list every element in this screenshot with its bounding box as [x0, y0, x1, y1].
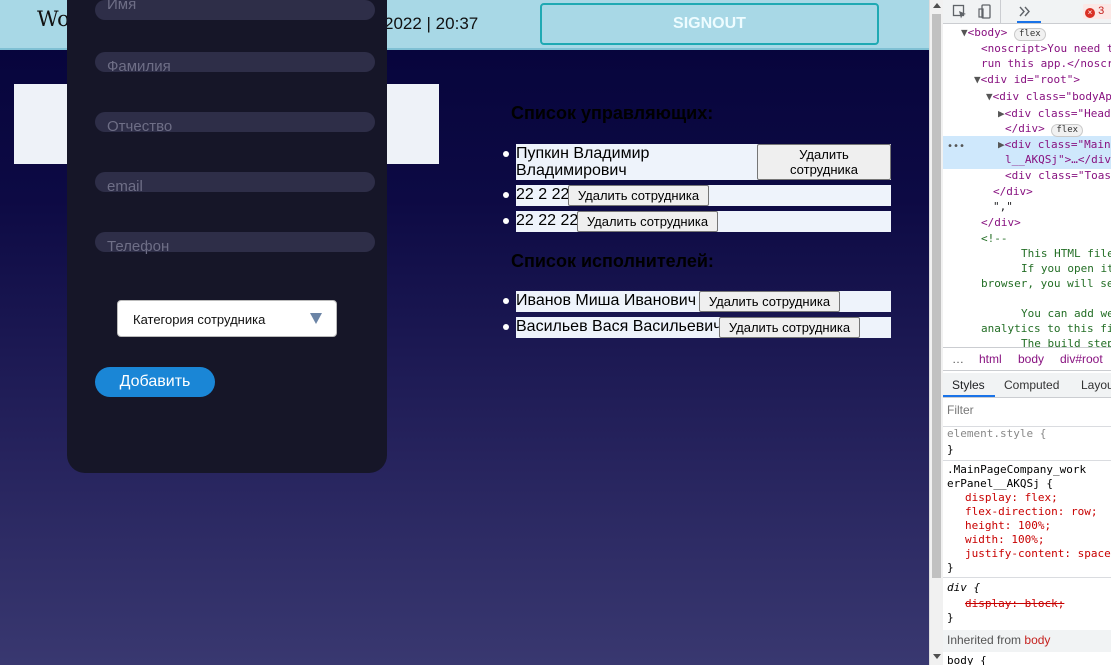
- first-name-field[interactable]: Имя: [95, 0, 375, 20]
- bullet: [503, 324, 509, 330]
- tab-layout[interactable]: Layou: [1081, 378, 1111, 392]
- inherited-source-link[interactable]: body: [1024, 633, 1050, 647]
- email-field[interactable]: email: [95, 172, 375, 195]
- dom-node[interactable]: </div>: [993, 184, 1033, 199]
- inspect-element-icon[interactable]: [952, 4, 967, 19]
- active-tab-indicator: [1017, 21, 1041, 23]
- error-icon: ×: [1085, 8, 1095, 18]
- css-line: element.style {: [947, 427, 1047, 440]
- delete-employee-button[interactable]: Удалить сотрудника: [568, 185, 709, 206]
- page-scrollbar[interactable]: [929, 0, 943, 665]
- dom-node[interactable]: ▼<div class="bodyAp: [986, 89, 1111, 104]
- divider: [943, 460, 1111, 461]
- css-line: div {: [947, 581, 981, 594]
- scroll-up-icon[interactable]: [933, 3, 941, 8]
- tab-computed[interactable]: Computed: [1004, 378, 1059, 392]
- error-count: 3: [1098, 5, 1105, 17]
- css-line[interactable]: height: 100%;: [965, 519, 1051, 533]
- error-count-badge[interactable]: × 3: [1083, 4, 1111, 19]
- scroll-thumb[interactable]: [932, 14, 941, 578]
- employee-name: Васильев Вася Васильевич: [516, 318, 722, 335]
- app-viewport: Wo 2022 | 20:37 SIGNOUT Список управляющ…: [0, 0, 929, 665]
- employee-category-select[interactable]: Категория сотрудника: [117, 300, 337, 337]
- css-line[interactable]: display: flex;: [965, 491, 1058, 505]
- delete-employee-button[interactable]: Удалить сотрудника: [719, 317, 860, 338]
- css-line: erPanel__AKQSj {: [947, 477, 1053, 490]
- select-value: Категория сотрудника: [133, 312, 266, 327]
- dom-node[interactable]: This HTML file: [1021, 246, 1111, 261]
- breadcrumb-html[interactable]: html: [979, 352, 1002, 366]
- device-toolbar-icon[interactable]: [978, 4, 993, 19]
- dom-node[interactable]: ▼<div id="root">: [974, 72, 1080, 87]
- inherited-from-header: Inherited from body: [943, 630, 1111, 652]
- dom-node[interactable]: browser, you will se: [981, 276, 1111, 291]
- dom-node[interactable]: You can add we: [1021, 306, 1111, 321]
- dom-node[interactable]: analytics to this fi: [981, 321, 1111, 336]
- list-item: Пупкин Владимир Владимирович Удалить сот…: [503, 144, 891, 180]
- css-line: display: block;: [965, 597, 1065, 610]
- ellipsis-icon[interactable]: •••: [947, 141, 965, 152]
- breadcrumb-more[interactable]: …: [952, 352, 964, 366]
- employee-name: Пупкин Владимир Владимирович: [516, 145, 650, 179]
- dom-breadcrumbs: … html body div#root: [943, 347, 1111, 371]
- bullet: [503, 151, 509, 157]
- delete-employee-button[interactable]: Удалить сотрудника: [699, 291, 840, 312]
- dom-node[interactable]: If you open it: [1021, 261, 1111, 276]
- dom-node[interactable]: run this app.</noscr: [981, 56, 1111, 71]
- managers-list-title: Список управляющих:: [511, 103, 714, 123]
- css-line: }: [947, 561, 954, 574]
- signout-button[interactable]: SIGNOUT: [540, 3, 879, 45]
- delete-employee-button[interactable]: Удалить сотрудника: [757, 144, 891, 180]
- dom-node[interactable]: <noscript>You need t: [981, 41, 1111, 56]
- css-line: }: [947, 611, 954, 624]
- employee-name: Иванов Миша Иванович: [516, 292, 697, 309]
- css-line: body {: [947, 654, 987, 665]
- executors-list-title: Список исполнителей:: [511, 251, 714, 271]
- more-tabs-icon[interactable]: [1017, 4, 1032, 19]
- breadcrumb-body[interactable]: body: [1018, 352, 1044, 366]
- app-logo: Wo: [37, 7, 70, 31]
- bullet: [503, 192, 509, 198]
- bullet: [503, 218, 509, 224]
- list-item: Иванов Миша Иванович Удалить сотрудника: [503, 291, 891, 312]
- dom-node[interactable]: ▼<body> flex: [961, 25, 1046, 41]
- toolbar-divider: [1000, 0, 1001, 24]
- add-employee-form: Имя Фамилия Отчество email Телефон Катег…: [67, 0, 387, 473]
- employee-name: 22 22 22: [516, 212, 579, 229]
- phone-field[interactable]: Телефон: [95, 232, 375, 255]
- bullet: [503, 298, 509, 304]
- dom-node[interactable]: <div class="Toas: [1005, 168, 1111, 183]
- css-line[interactable]: width: 100%;: [965, 533, 1044, 547]
- dom-node[interactable]: l__AKQSj">…</div: [1005, 152, 1111, 167]
- last-name-field[interactable]: Фамилия: [95, 52, 375, 75]
- divider: [943, 577, 1111, 578]
- employee-name: 22 2 22: [516, 186, 570, 203]
- dom-node[interactable]: <!--: [981, 231, 1008, 246]
- dom-node[interactable]: ▶<div class="Head: [998, 106, 1111, 121]
- patronymic-field[interactable]: Отчество: [95, 112, 375, 135]
- active-tab-indicator: [943, 395, 995, 397]
- css-line: .MainPageCompany_work: [947, 463, 1087, 476]
- dom-node[interactable]: ",": [993, 199, 1013, 214]
- devtools-toolbar: × 3: [943, 0, 1111, 24]
- dropdown-arrow-icon: [310, 313, 322, 324]
- date-time-display: 2022 | 20:37: [384, 14, 479, 33]
- styles-tabs: Styles Computed Layou: [943, 373, 1111, 398]
- css-line: }: [947, 443, 954, 456]
- dom-node[interactable]: ▶<div class="Main: [998, 137, 1111, 152]
- dom-node[interactable]: </div> flex: [1005, 121, 1084, 137]
- scroll-down-icon[interactable]: [933, 654, 941, 659]
- breadcrumb-root[interactable]: div#root: [1060, 352, 1103, 366]
- tab-styles[interactable]: Styles: [952, 378, 985, 392]
- styles-filter-input[interactable]: Filter: [947, 403, 1097, 423]
- list-item: 22 2 22 Удалить сотрудника: [503, 185, 891, 206]
- delete-employee-button[interactable]: Удалить сотрудника: [577, 211, 718, 232]
- devtools-panel: × 3 ••• ▼<body> flex <noscript>You need …: [943, 0, 1111, 665]
- css-line[interactable]: justify-content: space: [965, 547, 1111, 561]
- list-item: 22 22 22 Удалить сотрудника: [503, 211, 891, 232]
- add-employee-button[interactable]: Добавить: [95, 367, 215, 397]
- dom-node[interactable]: </div>: [981, 215, 1021, 230]
- css-line[interactable]: flex-direction: row;: [965, 505, 1097, 519]
- list-item: Васильев Вася Васильевич Удалить сотрудн…: [503, 317, 891, 338]
